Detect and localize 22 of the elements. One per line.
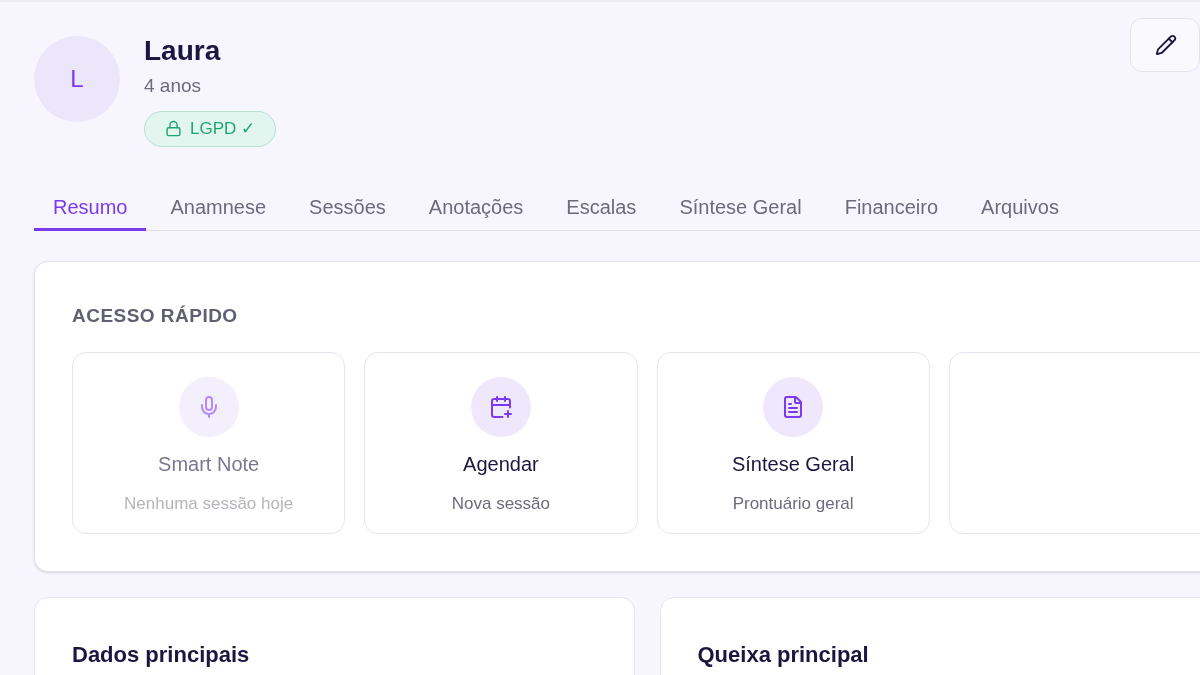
edit-button[interactable] (1130, 18, 1200, 72)
tab[interactable]: Anotações (409, 186, 543, 231)
tab[interactable]: Resumo (34, 186, 147, 231)
tab[interactable]: Arquivos (962, 186, 1078, 231)
quick-access-tile[interactable]: Agendar Nova sessão (364, 352, 638, 534)
lock-icon (165, 120, 182, 137)
tab[interactable]: Escalas (547, 186, 656, 231)
card-title: Dados principais (72, 641, 251, 669)
badge-label: LGPD ✓ (190, 117, 256, 140)
section-title: ACESSO RÁPIDO (72, 303, 239, 328)
card-title: Queixa principal (697, 641, 870, 669)
patient-age: 4 anos (144, 74, 203, 98)
calendar-plus-icon (488, 395, 513, 419)
avatar: L (34, 36, 120, 122)
quick-access-tile[interactable]: Síntese Geral Prontuário geral (656, 352, 930, 534)
tab[interactable]: Sessões (290, 186, 405, 231)
tab[interactable]: Financeiro (825, 186, 958, 231)
quick-access-tile[interactable] (948, 352, 1200, 534)
tab[interactable]: Síntese Geral (660, 186, 821, 231)
tab[interactable]: Anamnese (151, 186, 286, 231)
patient-name: Laura (144, 34, 222, 68)
pencil-icon (1155, 34, 1177, 56)
